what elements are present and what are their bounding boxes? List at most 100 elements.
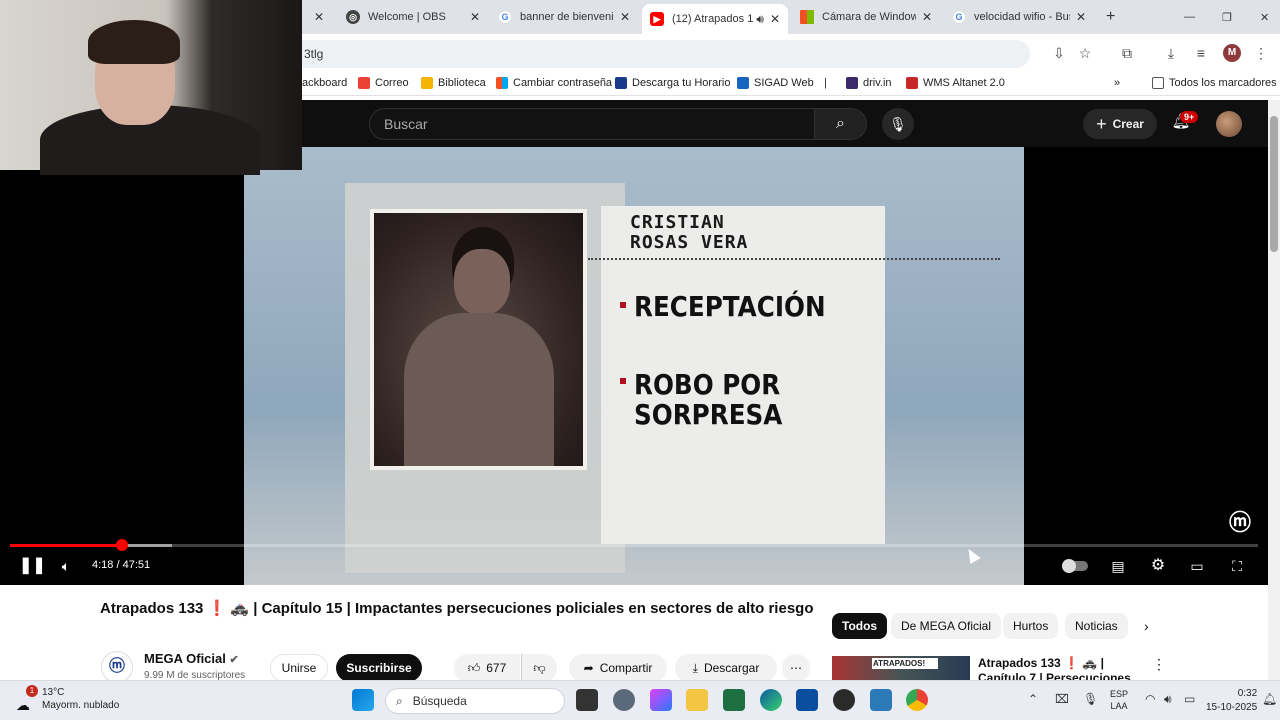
close-icon[interactable]: ✕	[770, 12, 780, 26]
thumb-text: ATRAPADOS!	[872, 658, 938, 669]
edge-icon[interactable]	[760, 689, 782, 711]
close-icon[interactable]: ✕	[620, 10, 630, 24]
taskbar-search[interactable]: ⌕ Búsqueda	[385, 688, 565, 714]
share-label: Compartir	[599, 661, 653, 675]
extensions-icon[interactable]: ⧉	[1118, 44, 1136, 62]
notifications-badge: 9+	[1180, 111, 1199, 123]
search-input[interactable]: Buscar	[369, 108, 815, 140]
install-icon[interactable]: ⇩	[1050, 44, 1068, 62]
bookmark-blackboard[interactable]: ackboard	[302, 77, 347, 89]
bookmark-sigad[interactable]: SIGAD Web	[737, 77, 814, 89]
language-indicator[interactable]: ESP LAA	[1110, 688, 1128, 712]
wifi-icon[interactable]: ◠	[1145, 692, 1155, 706]
download-button[interactable]: ⤓ Descargar	[675, 654, 777, 682]
outlook-icon[interactable]	[796, 689, 818, 711]
star-icon[interactable]: ☆	[1076, 44, 1094, 62]
recommendation-title[interactable]: Atrapados 133 ❗ 🚓 | Capítulo 7 | Persecu…	[978, 656, 1148, 682]
speaker-icon[interactable]: 🔊︎	[756, 12, 764, 27]
windows-start-icon[interactable]	[352, 689, 374, 711]
new-tab-button[interactable]: +	[1098, 4, 1120, 30]
create-button[interactable]: + Crear	[1083, 109, 1157, 139]
clock[interactable]: 0:32 15-10-2025	[1206, 687, 1257, 715]
obs-icon[interactable]	[833, 689, 855, 711]
settings-icon[interactable]: ⚙	[1147, 556, 1169, 576]
tab-hidden[interactable]: ✕	[300, 4, 334, 30]
like-button[interactable]: 👍︎ 677	[454, 654, 520, 682]
settings-app-icon[interactable]	[613, 689, 635, 711]
close-icon[interactable]: ✕	[314, 10, 324, 24]
copilot-icon[interactable]	[650, 689, 672, 711]
bookmark-drivin[interactable]: driv.in	[846, 77, 892, 89]
share-button[interactable]: ➦ Compartir	[569, 654, 667, 682]
app-icon[interactable]	[870, 689, 892, 711]
channel-avatar-icon[interactable]: ⓜ	[101, 651, 133, 683]
minimize-icon[interactable]: —	[1176, 4, 1196, 30]
bookmark-biblioteca[interactable]: Biblioteca	[421, 77, 486, 89]
omnibox[interactable]: 3tlg	[290, 40, 1030, 68]
restore-icon[interactable]: ❐	[1214, 4, 1234, 30]
scrollbar-thumb[interactable]	[1270, 116, 1278, 252]
search-icon[interactable]: ⌕	[815, 108, 867, 140]
dislike-button[interactable]: 👎︎	[521, 654, 557, 682]
windows-icon	[800, 10, 814, 24]
obs-icon: ◎	[346, 10, 360, 24]
progress-track[interactable]	[10, 544, 1258, 547]
chevron-up-icon[interactable]: ⌃	[1028, 692, 1038, 706]
chip-hurtos[interactable]: Hurtos	[1003, 613, 1059, 639]
google-icon: G	[498, 10, 512, 24]
network-off-icon[interactable]: ⌧	[1055, 692, 1069, 706]
subtitles-icon[interactable]: ▤	[1107, 556, 1129, 576]
volume-icon[interactable]: 🔊︎	[1164, 692, 1172, 707]
notification-icon[interactable]: 🔔︎	[1262, 692, 1277, 706]
autoplay-toggle-icon[interactable]	[1062, 556, 1088, 576]
chrome-icon[interactable]	[906, 689, 928, 711]
profile-avatar[interactable]: M	[1223, 44, 1241, 62]
task-view-icon[interactable]	[576, 689, 598, 711]
close-window-icon[interactable]: ✕	[1252, 4, 1272, 30]
more-bookmarks-icon[interactable]: »	[1114, 77, 1120, 89]
more-icon[interactable]: ⋮	[1152, 656, 1166, 673]
time-display: 4:18 / 47:51	[92, 559, 151, 571]
tab-camera[interactable]: Cámara de Windows ✕	[792, 4, 940, 30]
more-actions-icon[interactable]: ⋯	[782, 654, 810, 682]
bookmark-correo[interactable]: Correo	[358, 77, 409, 89]
account-avatar[interactable]	[1216, 111, 1242, 137]
recommendation-thumbnail[interactable]: ATRAPADOS!	[832, 656, 970, 682]
tab-obs[interactable]: ◎ Welcome | OBS ✕	[338, 4, 488, 30]
battery-icon[interactable]: ▭	[1184, 692, 1195, 706]
bookmark-contrasena[interactable]: Cambiar contraseña	[496, 77, 612, 89]
download-icon[interactable]: ⤓	[1162, 44, 1180, 62]
folder-icon	[1152, 77, 1164, 89]
close-icon[interactable]: ✕	[1076, 10, 1086, 24]
weather-widget[interactable]: 13°C Mayorm. nublado	[42, 686, 119, 712]
media-icon[interactable]: ≡	[1192, 44, 1210, 62]
close-icon[interactable]: ✕	[470, 10, 480, 24]
fullscreen-icon[interactable]: ⛶	[1226, 556, 1248, 576]
chip-noticias[interactable]: Noticias	[1065, 613, 1128, 639]
tab-search[interactable]: G velocidad wifio - Bus ✕	[944, 4, 1094, 30]
subscribe-button[interactable]: Suscribirse	[336, 654, 422, 682]
file-explorer-icon[interactable]	[686, 689, 708, 711]
channel-name[interactable]: MEGA Oficial ✔	[144, 651, 239, 666]
volume-icon[interactable]: 🔈︎	[55, 556, 77, 576]
crime-1: RECEPTACIÓN	[634, 290, 826, 323]
pause-icon[interactable]: ❚❚	[19, 556, 46, 576]
chip-de-mega[interactable]: De MEGA Oficial	[891, 613, 1002, 639]
excel-icon[interactable]	[723, 689, 745, 711]
search-icon: ⌕	[396, 693, 403, 708]
tab-banner[interactable]: G banner de bienvenid ✕	[490, 4, 638, 30]
theater-mode-icon[interactable]: ▭	[1186, 556, 1208, 576]
tab-youtube[interactable]: ▶ (12) Atrapados 1 🔊︎ ✕	[642, 4, 788, 34]
chip-todos[interactable]: Todos	[832, 613, 888, 639]
menu-icon[interactable]: ⋮	[1252, 44, 1270, 62]
microphone-icon[interactable]: 🎙︎	[1083, 692, 1098, 706]
close-icon[interactable]: ✕	[922, 10, 932, 24]
bookmark-label: Descarga tu Horario	[632, 77, 731, 89]
taskbar-search-placeholder: Búsqueda	[412, 694, 467, 708]
all-bookmarks[interactable]: Todos los marcadores	[1152, 77, 1277, 89]
chevron-right-icon[interactable]: ›	[1134, 613, 1159, 639]
bookmark-wms[interactable]: WMS Altanet 2.0	[906, 77, 1005, 89]
bookmark-horario[interactable]: Descarga tu Horario	[615, 77, 730, 89]
microphone-icon[interactable]: 🎙︎	[882, 108, 914, 140]
join-button[interactable]: Unirse	[270, 654, 328, 682]
